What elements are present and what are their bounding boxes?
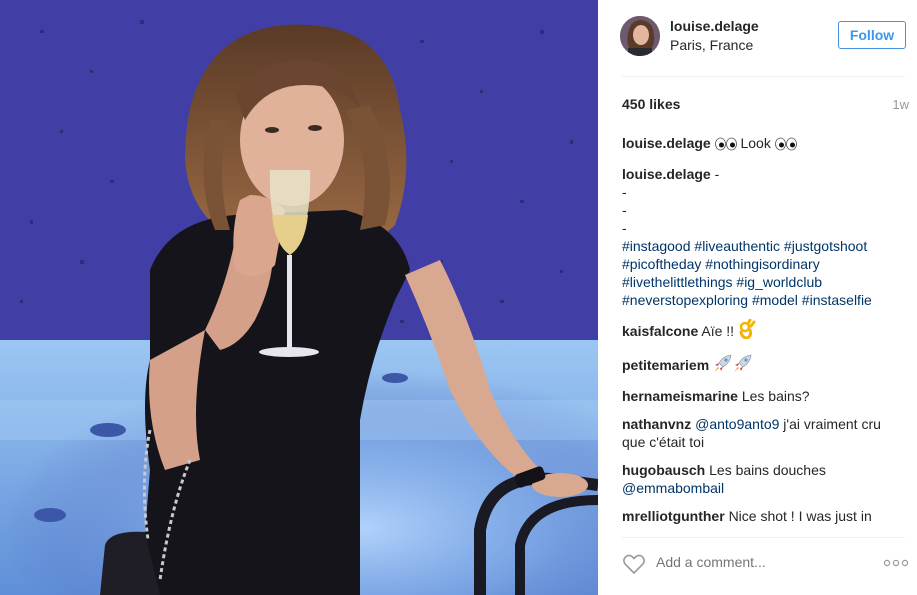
comment-username[interactable]: louise.delage	[622, 166, 711, 182]
hashtag-link[interactable]: #instaselfie	[802, 292, 872, 308]
hashtag-link[interactable]: #picoftheday	[622, 256, 701, 272]
caption-line: -	[622, 202, 627, 218]
comment-item: petitemariem	[622, 353, 904, 377]
post-side-panel: louise.delage Paris, France Follow 450 l…	[598, 0, 917, 595]
post-photo[interactable]	[0, 0, 598, 595]
post-location[interactable]: Paris, France	[670, 37, 753, 53]
comment-item: mrelliotgunther Nice shot ! I was just i…	[622, 507, 904, 529]
caption-hashtags-comment: louise.delage - - - - #instagood #liveau…	[622, 165, 904, 309]
mention-link[interactable]: @emmabombail	[622, 480, 724, 496]
comment-item: nathanvnz @anto9anto9 j'ai vraiment cru …	[622, 415, 904, 451]
header-divider	[622, 76, 905, 77]
hashtag-link[interactable]: #model	[752, 292, 798, 308]
hashtag-link[interactable]: #nothingisordinary	[705, 256, 819, 272]
eyes-emoji-icon	[774, 137, 797, 155]
ok-hand-emoji-icon	[738, 318, 756, 343]
hashtag-link[interactable]: #instagood	[622, 238, 691, 254]
eyes-emoji-icon	[714, 137, 737, 155]
comment-item: hernameismarine Les bains?	[622, 387, 904, 405]
comment-username[interactable]: hugobausch	[622, 462, 705, 478]
avatar-image	[620, 16, 660, 56]
caption-line: -	[622, 184, 627, 200]
rocket-emoji-icon	[733, 353, 753, 377]
rocket-emoji-icon	[713, 353, 733, 377]
comment-text: Les bains?	[741, 388, 810, 404]
more-options-icon[interactable]	[883, 556, 909, 570]
comment-text: Les bains douches	[709, 462, 826, 478]
comment-username[interactable]: hernameismarine	[622, 388, 738, 404]
comment-item: hugobausch Les bains douches @emmabombai…	[622, 461, 904, 497]
heart-icon[interactable]	[622, 553, 646, 575]
post-timestamp[interactable]: 1w	[892, 97, 909, 112]
hashtag-link[interactable]: #liveauthentic	[694, 238, 780, 254]
comment-username[interactable]: mrelliotgunther	[622, 508, 725, 524]
follow-button[interactable]: Follow	[838, 21, 906, 49]
post-username[interactable]: louise.delage	[670, 18, 759, 34]
post-photo-image	[0, 0, 598, 595]
post-header: louise.delage Paris, France Follow	[598, 0, 917, 76]
hashtag-link[interactable]: #justgotshoot	[784, 238, 867, 254]
comment-text: Look	[740, 135, 771, 151]
footer-divider	[622, 537, 905, 538]
comment-text: Aïe !!	[701, 323, 735, 339]
comment-username[interactable]: kaisfalcone	[622, 323, 698, 339]
comment-username[interactable]: nathanvnz	[622, 416, 691, 432]
caption-comment: louise.delage Look	[622, 134, 904, 155]
likes-count[interactable]: 450 likes	[622, 96, 680, 112]
hashtag-link[interactable]: #neverstopexploring	[622, 292, 748, 308]
comments-list: louise.delage Look louise.delage - - - -…	[622, 134, 904, 529]
comment-username[interactable]: louise.delage	[622, 135, 711, 151]
caption-line: -	[714, 166, 720, 182]
comment-item: kaisfalcone Aïe !!	[622, 318, 904, 343]
hashtag-link[interactable]: #livethelittlethings	[622, 274, 733, 290]
add-comment-input[interactable]	[656, 554, 836, 570]
avatar[interactable]	[620, 16, 660, 56]
comment-username[interactable]: petitemariem	[622, 357, 709, 373]
caption-line: -	[622, 220, 627, 236]
hashtag-link[interactable]: #ig_worldclub	[736, 274, 822, 290]
mention-link[interactable]: @anto9anto9	[695, 416, 779, 432]
